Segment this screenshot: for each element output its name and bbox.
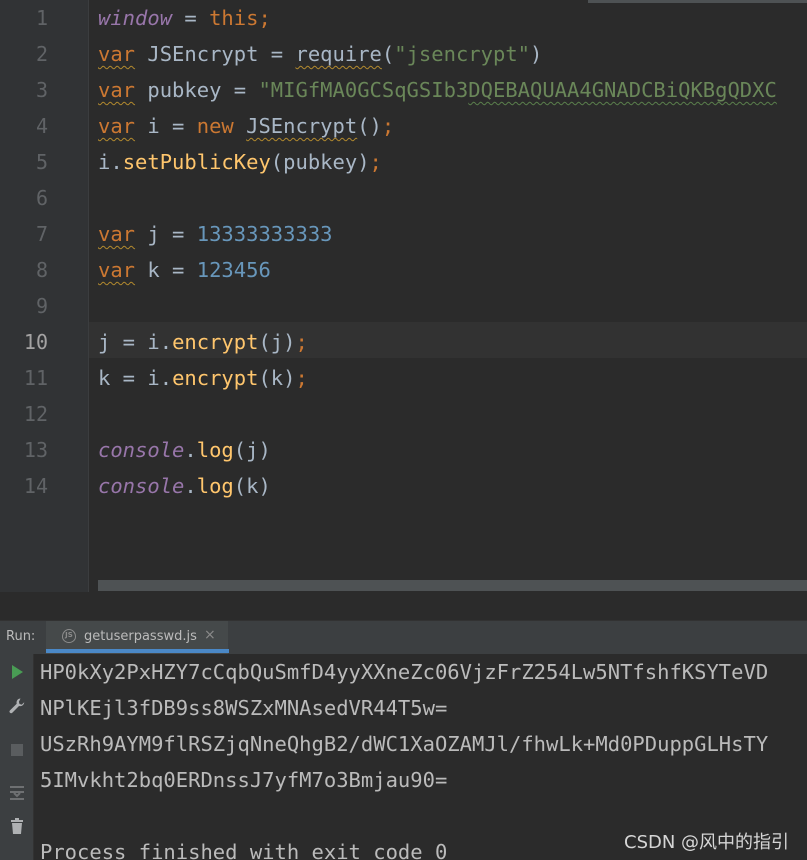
code-token-keyword: var <box>98 258 136 282</box>
line-number: 14 <box>23 474 48 498</box>
line-number: 4 <box>35 114 48 138</box>
code-line-10[interactable]: j = i.encrypt(j); <box>98 324 308 360</box>
csdn-watermark: CSDN @风中的指引 <box>624 832 790 853</box>
horizontal-scrollbar-thumb[interactable] <box>98 580 807 591</box>
wrench-icon[interactable] <box>7 696 27 716</box>
code-token: = <box>172 6 210 30</box>
code-token: . <box>184 438 197 462</box>
line-number: 8 <box>35 258 48 282</box>
code-token-number: 123456 <box>196 258 271 282</box>
code-token: (j) <box>258 330 296 354</box>
code-token-semicolon: ; <box>369 150 382 174</box>
code-token-class: JSEncrypt <box>246 114 358 138</box>
code-token: (pubkey) <box>270 150 370 174</box>
code-line-2[interactable]: var JSEncrypt = require("jsencrypt") <box>98 36 542 72</box>
code-token-keyword: var <box>98 78 136 102</box>
code-line-7[interactable]: var j = 13333333333 <box>98 216 333 252</box>
code-line-1[interactable]: window = this; <box>98 0 271 36</box>
trash-icon[interactable] <box>7 816 27 836</box>
console-exit-message: Process finished with exit code 0 <box>40 840 448 860</box>
code-token-string: "jsencrypt" <box>394 42 530 66</box>
close-icon[interactable]: × <box>204 627 216 643</box>
code-token: i = <box>135 114 197 138</box>
run-toolbar <box>0 654 34 860</box>
code-token-semicolon: ; <box>381 114 395 138</box>
console-line: NPlKEjl3fDB9ss8WSZxMNAsedVR44T5w= <box>40 696 448 720</box>
code-token: j = <box>135 222 197 246</box>
code-token-global: window <box>98 6 173 30</box>
code-token: (k) <box>258 366 296 390</box>
code-token: ( <box>381 42 395 66</box>
code-token-function: log <box>196 438 234 462</box>
code-line-5[interactable]: i.setPublicKey(pubkey); <box>98 144 382 180</box>
code-token: k = i. <box>98 366 173 390</box>
code-token-keyword: new <box>196 114 234 138</box>
line-number: 7 <box>35 222 48 246</box>
line-number: 9 <box>35 294 48 318</box>
console-line: 5IMvkht2bq0ERDnssJ7yfM7o3Bmjau90= <box>40 768 448 792</box>
code-token: j = i. <box>98 330 173 354</box>
javascript-file-icon: JS <box>62 629 76 643</box>
code-token: i. <box>98 150 123 174</box>
code-token-semicolon: ; <box>295 366 308 390</box>
code-token-keyword: var <box>98 42 136 66</box>
line-number: 5 <box>35 150 48 174</box>
run-label: Run: <box>6 629 36 644</box>
code-token-function: encrypt <box>172 330 259 354</box>
line-number: 3 <box>35 78 48 102</box>
code-token: (k) <box>233 474 271 498</box>
code-token-keyword: var <box>98 222 136 246</box>
line-number-gutter: 1 2 3 4 5 6 7 8 9 10 11 12 13 14 <box>0 0 88 620</box>
code-line-4[interactable]: var i = new JSEncrypt(); <box>98 108 394 144</box>
console-line: USzRh9AYM9flRSZjqNneQhgB2/dWC1XaOZAMJl/f… <box>40 732 769 756</box>
editor-bottom-area <box>0 592 807 620</box>
code-token-semicolon: ; <box>295 330 308 354</box>
code-token: k = <box>135 258 197 282</box>
line-number: 6 <box>35 186 48 210</box>
line-number: 11 <box>23 366 48 390</box>
code-token-require: require <box>295 42 382 66</box>
code-line-11[interactable]: k = i.encrypt(k); <box>98 360 308 396</box>
code-line-13[interactable]: console.log(j) <box>98 432 271 468</box>
code-token: JSEncrypt = <box>135 42 296 66</box>
code-token-global: console <box>98 438 185 462</box>
line-number: 1 <box>35 6 48 30</box>
play-icon[interactable] <box>7 662 27 682</box>
code-token-function: encrypt <box>172 366 259 390</box>
stop-icon[interactable] <box>7 740 27 760</box>
code-line-8[interactable]: var k = 123456 <box>98 252 271 288</box>
code-token-function: setPublicKey <box>122 150 271 174</box>
code-token-semicolon: ; <box>258 6 271 30</box>
code-line-3[interactable]: var pubkey = "MIGfMA0GCSqGSIb3DQEBAQUAA4… <box>98 72 777 108</box>
code-token: . <box>184 474 197 498</box>
code-token-function: log <box>196 474 234 498</box>
code-token: (j) <box>233 438 271 462</box>
scroll-to-end-icon[interactable] <box>7 782 27 802</box>
vertical-scrollbar-thumb[interactable] <box>588 0 807 3</box>
code-token-string: "MIGfMA0GCSqGSIb3 <box>258 78 469 102</box>
code-token: pubkey = <box>135 78 259 102</box>
code-token-keyword: var <box>98 114 136 138</box>
line-number: 2 <box>35 42 48 66</box>
code-token: ) <box>530 42 543 66</box>
line-number: 12 <box>23 402 48 426</box>
code-token: () <box>357 114 382 138</box>
code-token-global: console <box>98 474 185 498</box>
code-token-number: 13333333333 <box>196 222 333 246</box>
gutter-divider <box>88 0 89 620</box>
code-token-keyword: this <box>209 6 259 30</box>
run-tab-active-indicator <box>46 649 229 653</box>
code-token-string-typo: DQEBAQUAA4GNADCBiQKBgQDXC <box>468 78 777 102</box>
code-line-14[interactable]: console.log(k) <box>98 468 271 504</box>
console-line: HP0kXy2PxHZY7cCqbQuSmfD4yyXXneZc06VjzFrZ… <box>40 660 769 684</box>
line-number: 13 <box>23 438 48 462</box>
run-tab-title: getuserpasswd.js <box>84 629 197 644</box>
code-editor[interactable]: 1 2 3 4 5 6 7 8 9 10 11 12 13 14 window … <box>0 0 807 620</box>
line-number-current: 10 <box>23 330 48 354</box>
